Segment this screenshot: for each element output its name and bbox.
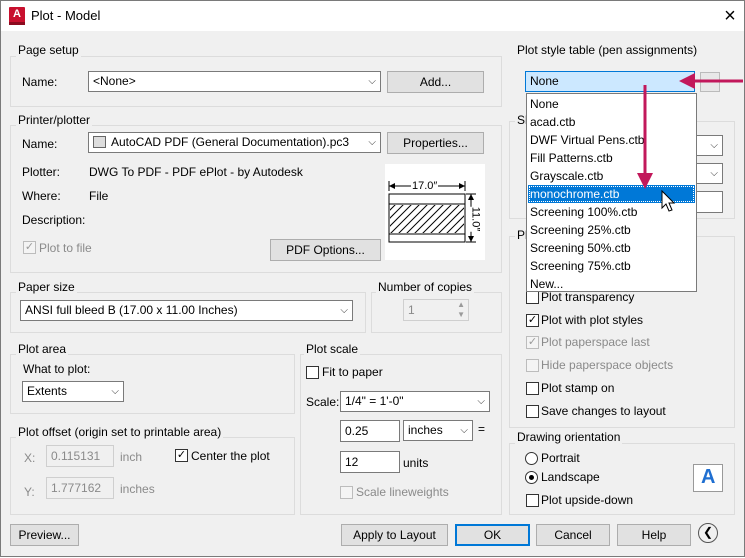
annotation-arrowhead-left bbox=[679, 73, 695, 89]
annotation-arrowhead-down bbox=[637, 173, 653, 189]
annotation-overlay bbox=[637, 73, 743, 212]
plot-dialog: A Plot - Model × Page setup Name: <None>… bbox=[0, 0, 745, 557]
mouse-cursor-icon bbox=[661, 189, 676, 212]
